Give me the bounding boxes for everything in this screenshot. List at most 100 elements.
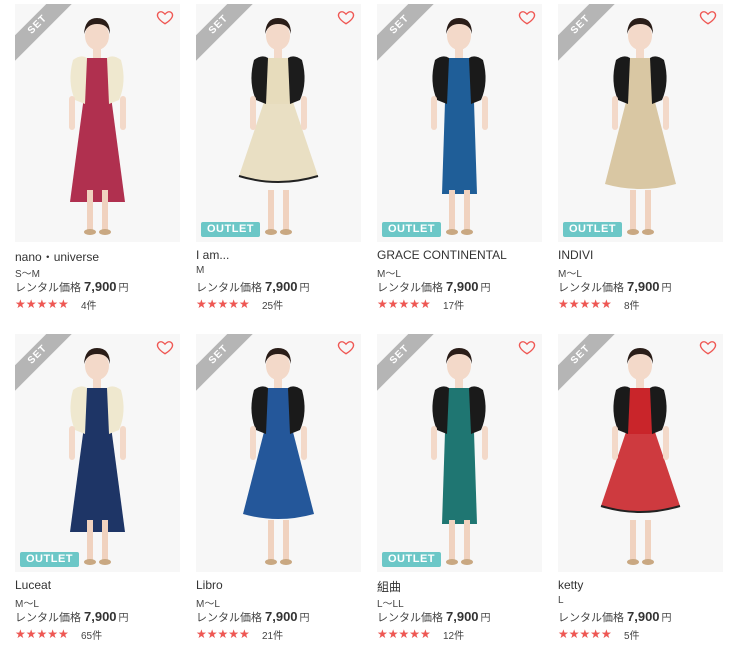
review-count: 25件 [262,300,284,312]
product-photo[interactable]: SET OUTLET [377,4,542,242]
product-grid: SET nano・universe S〜M レンタル価格 7,900 円 ★★★★★… [0,0,732,648]
brand-name[interactable]: ketty [558,578,723,594]
currency-label: 円 [299,283,310,294]
outlet-badge: OUTLET [201,222,260,237]
rating: ★★★★★ ★★★★★ 25件 [196,297,361,312]
product-card[interactable]: SET Libro M〜L レンタル価格 7,900 円 ★★★★★ ★★★★★ 2… [196,334,361,646]
brand-name[interactable]: INDIVI [558,248,723,264]
star-rating-icon: ★★★★★ ★★★★★ [196,628,250,640]
product-card[interactable]: SET OUTLET 組曲 L〜LL レンタル価格 7,900 円 ★★★★★ ★★… [377,334,542,646]
currency-label: 円 [661,613,672,624]
price-label: レンタル価格 [15,612,81,624]
price-row: レンタル価格 7,900 円 [196,609,361,625]
favorite-heart-icon[interactable] [518,8,536,26]
size-range: L〜LL [377,599,404,610]
price-row: レンタル価格 7,900 円 [15,279,180,295]
dress-model-image [238,18,319,235]
outlet-badge: OUTLET [382,552,441,567]
star-rating-icon: ★★★★★ ★★★★★ [15,298,69,310]
size-range: M〜L [377,269,401,280]
price-value: 7,900 [627,279,660,294]
currency-label: 円 [661,283,672,294]
favorite-heart-icon[interactable] [156,8,174,26]
price-value: 7,900 [627,609,660,624]
brand-name[interactable]: I am... [196,248,361,264]
product-card[interactable]: SET OUTLET Luceat M〜L レンタル価格 7,900 円 ★★★★★… [15,334,180,646]
star-rating-icon: ★★★★★ ★★★★★ [196,298,250,310]
dress-model-image [605,18,676,235]
size-range: L [558,595,564,606]
product-photo[interactable]: SET [558,334,723,572]
rating: ★★★★★ ★★★★★ 5件 [558,627,723,642]
brand-name[interactable]: Libro [196,578,361,594]
outlet-badge: OUTLET [20,552,79,567]
rating: ★★★★★ ★★★★★ 21件 [196,627,361,642]
star-rating-icon: ★★★★★ ★★★★★ [377,628,431,640]
product-photo[interactable]: SET OUTLET [558,4,723,242]
currency-label: 円 [299,613,310,624]
favorite-heart-icon[interactable] [337,8,355,26]
star-rating-icon: ★★★★★ ★★★★★ [558,628,612,640]
dress-model-image [243,348,314,565]
price-value: 7,900 [84,609,117,624]
price-label: レンタル価格 [558,282,624,294]
dress-model-image [431,348,488,565]
review-count: 8件 [624,300,640,312]
price-value: 7,900 [446,609,479,624]
rating: ★★★★★ ★★★★★ 17件 [377,297,542,312]
favorite-heart-icon[interactable] [699,8,717,26]
product-photo[interactable]: SET [15,4,180,242]
price-row: レンタル価格 7,900 円 [196,279,361,295]
rating: ★★★★★ ★★★★★ 12件 [377,627,542,642]
size-range: M〜L [558,269,582,280]
rating: ★★★★★ ★★★★★ 65件 [15,627,180,642]
review-count: 4件 [81,300,97,312]
star-rating-icon: ★★★★★ ★★★★★ [558,298,612,310]
price-label: レンタル価格 [15,282,81,294]
brand-name[interactable]: 組曲 [377,578,542,594]
product-card[interactable]: SET OUTLET INDIVI M〜L レンタル価格 7,900 円 ★★★★★… [558,4,723,316]
product-photo[interactable]: SET OUTLET [15,334,180,572]
brand-name[interactable]: nano・universe [15,248,180,264]
brand-name[interactable]: Luceat [15,578,180,594]
brand-name[interactable]: GRACE CONTINENTAL [377,248,542,264]
price-row: レンタル価格 7,900 円 [558,279,723,295]
review-count: 17件 [443,300,465,312]
size-range: M〜L [196,599,220,610]
favorite-heart-icon[interactable] [337,338,355,356]
product-card[interactable]: SET nano・universe S〜M レンタル価格 7,900 円 ★★★★★… [15,4,180,316]
dress-model-image [69,348,126,565]
price-label: レンタル価格 [558,612,624,624]
price-value: 7,900 [265,279,298,294]
favorite-heart-icon[interactable] [518,338,536,356]
star-rating-icon: ★★★★★ ★★★★★ [15,628,69,640]
product-card[interactable]: SET OUTLET GRACE CONTINENTAL M〜L レンタル価格 7… [377,4,542,316]
size-range: M〜L [15,599,39,610]
product-photo[interactable]: SET OUTLET [377,334,542,572]
review-count: 21件 [262,630,284,642]
price-value: 7,900 [265,609,298,624]
price-row: レンタル価格 7,900 円 [377,279,542,295]
currency-label: 円 [118,613,129,624]
product-card[interactable]: SET OUTLET I am... M レンタル価格 7,900 円 ★★★★★ … [196,4,361,316]
size-range: S〜M [15,269,40,280]
rating: ★★★★★ ★★★★★ 4件 [15,297,180,312]
price-value: 7,900 [446,279,479,294]
rating: ★★★★★ ★★★★★ 8件 [558,297,723,312]
product-photo[interactable]: SET [196,334,361,572]
product-card[interactable]: SET ketty L レンタル価格 7,900 円 ★★★★★ ★★★★★ 5件 [558,334,723,646]
favorite-heart-icon[interactable] [156,338,174,356]
size-range: M [196,265,205,276]
dress-model-image [69,18,126,235]
product-photo[interactable]: SET OUTLET [196,4,361,242]
price-label: レンタル価格 [196,612,262,624]
review-count: 5件 [624,630,640,642]
price-label: レンタル価格 [196,282,262,294]
favorite-heart-icon[interactable] [699,338,717,356]
currency-label: 円 [118,283,129,294]
price-row: レンタル価格 7,900 円 [15,609,180,625]
outlet-badge: OUTLET [563,222,622,237]
price-value: 7,900 [84,279,117,294]
outlet-badge: OUTLET [382,222,441,237]
dress-model-image [600,348,681,565]
